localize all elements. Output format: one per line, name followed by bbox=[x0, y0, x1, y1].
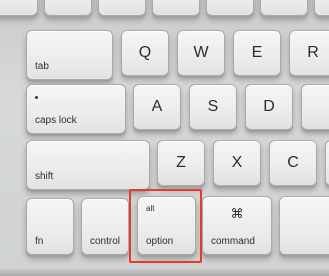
key-top-4[interactable] bbox=[152, 0, 200, 16]
caps-lock-indicator bbox=[35, 96, 38, 99]
key-shift[interactable]: shift bbox=[26, 140, 150, 190]
key-command[interactable]: ⌘ command bbox=[202, 196, 272, 255]
key-e[interactable]: E bbox=[233, 30, 281, 76]
key-r-label: R bbox=[307, 44, 319, 61]
key-space-partial[interactable] bbox=[279, 196, 329, 255]
keyboard-bottom-edge bbox=[0, 266, 329, 276]
key-w-label: W bbox=[193, 44, 209, 61]
key-q-label: Q bbox=[138, 44, 152, 61]
key-s[interactable]: S bbox=[189, 84, 237, 130]
key-r[interactable]: R bbox=[289, 30, 329, 76]
key-top-6[interactable] bbox=[260, 0, 308, 16]
key-caps-lock-label: caps lock bbox=[35, 115, 77, 126]
key-x[interactable]: X bbox=[213, 140, 261, 186]
key-a[interactable]: A bbox=[133, 84, 181, 130]
key-c-label: C bbox=[287, 154, 299, 171]
key-c[interactable]: C bbox=[269, 140, 317, 186]
key-f-partial[interactable] bbox=[301, 84, 329, 130]
command-symbol-icon: ⌘ bbox=[230, 206, 244, 221]
key-top-2[interactable] bbox=[44, 0, 92, 16]
option-key-highlight bbox=[129, 189, 202, 263]
key-e-label: E bbox=[251, 44, 263, 61]
key-d[interactable]: D bbox=[245, 84, 293, 130]
key-control[interactable]: control bbox=[81, 198, 129, 255]
key-top-1[interactable] bbox=[0, 0, 38, 16]
key-command-label: command bbox=[211, 236, 255, 247]
key-shift-label: shift bbox=[35, 171, 54, 182]
key-tab[interactable]: tab bbox=[26, 30, 113, 80]
key-control-label: control bbox=[90, 236, 121, 247]
key-q[interactable]: Q bbox=[121, 30, 169, 76]
key-top-5[interactable] bbox=[206, 0, 254, 16]
key-top-7[interactable] bbox=[314, 0, 329, 16]
key-a-label: A bbox=[151, 98, 163, 115]
key-z-label: Z bbox=[176, 154, 186, 171]
key-v-partial[interactable] bbox=[325, 140, 329, 186]
key-s-label: S bbox=[207, 98, 219, 115]
key-z[interactable]: Z bbox=[157, 140, 205, 186]
key-fn-label: fn bbox=[35, 236, 44, 247]
key-top-3[interactable] bbox=[98, 0, 146, 16]
key-w[interactable]: W bbox=[177, 30, 225, 76]
key-x-label: X bbox=[231, 154, 243, 171]
key-caps-lock[interactable]: caps lock bbox=[26, 84, 126, 134]
key-d-label: D bbox=[263, 98, 275, 115]
key-fn[interactable]: fn bbox=[26, 198, 74, 255]
key-tab-label: tab bbox=[35, 61, 49, 72]
